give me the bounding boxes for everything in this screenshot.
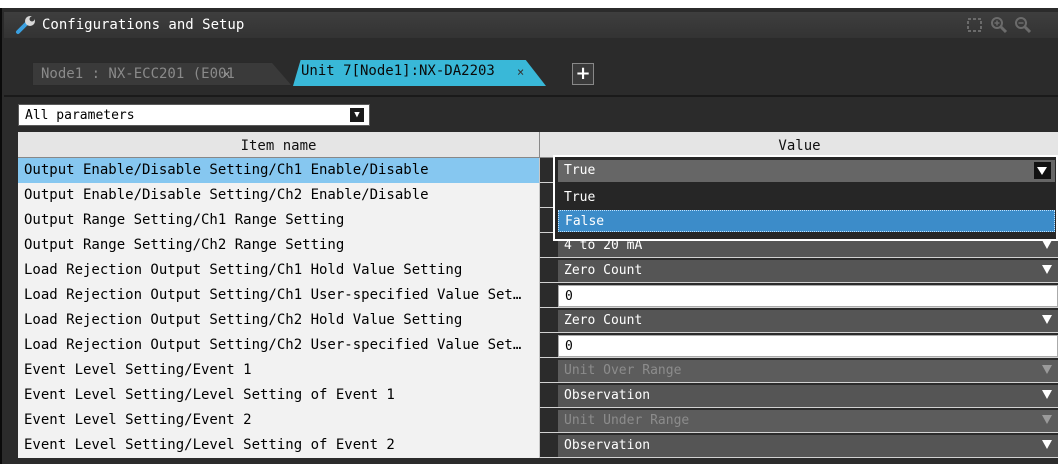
table-row[interactable]: Load Rejection Output Setting/Ch2 Hold V… bbox=[18, 308, 1058, 333]
tab-label: Node1 : NX-ECC201 (E001 bbox=[41, 66, 235, 82]
dropdown-current[interactable]: True bbox=[558, 160, 1055, 182]
chevron-down-icon[interactable]: ▼ bbox=[350, 108, 364, 122]
table-row[interactable]: Load Rejection Output Setting/Ch1 User-s… bbox=[18, 283, 1058, 308]
close-icon[interactable]: × bbox=[223, 67, 230, 81]
wrench-icon bbox=[16, 16, 35, 34]
value-text: Observation bbox=[564, 438, 651, 453]
dropdown-option-true[interactable]: True bbox=[558, 187, 1055, 209]
value-select[interactable]: Observation bbox=[558, 435, 1058, 457]
table-row[interactable]: Event Level Setting/Level Setting of Eve… bbox=[18, 433, 1058, 458]
divider bbox=[4, 95, 1058, 97]
chevron-down-icon[interactable] bbox=[1042, 390, 1052, 399]
table-row[interactable]: Event Level Setting/Event 2 Unit Under Ra… bbox=[18, 408, 1058, 433]
value-select: Unit Over Range bbox=[558, 360, 1058, 382]
zoom-out-icon[interactable] bbox=[1014, 16, 1032, 34]
window-title: Configurations and Setup bbox=[42, 17, 245, 33]
value-text: Unit Over Range bbox=[564, 363, 682, 378]
value-text: 0 bbox=[565, 289, 573, 304]
editor-tabs: Node1 : NX-ECC201 (E001 × Unit 7[Node1]:… bbox=[4, 38, 1058, 94]
filter-value: All parameters bbox=[25, 108, 135, 123]
value-dropdown-popup: True True False bbox=[553, 155, 1058, 241]
table-row[interactable]: Load Rejection Output Setting/Ch2 User-s… bbox=[18, 333, 1058, 358]
item-name-cell[interactable]: Load Rejection Output Setting/Ch2 Hold V… bbox=[18, 308, 540, 333]
title-tools bbox=[966, 16, 1032, 34]
value-select[interactable]: Zero Count bbox=[558, 260, 1058, 282]
item-name-cell[interactable]: Output Range Setting/Ch2 Range Setting bbox=[18, 233, 540, 258]
item-name-cell[interactable]: Event Level Setting/Event 1 bbox=[18, 358, 540, 383]
table-row[interactable]: Event Level Setting/Event 1 Unit Over Ran… bbox=[18, 358, 1058, 383]
fit-window-icon[interactable] bbox=[966, 16, 984, 34]
chevron-down-icon[interactable] bbox=[1034, 162, 1051, 179]
zoom-in-icon[interactable] bbox=[990, 16, 1008, 34]
item-name-cell[interactable]: Load Rejection Output Setting/Ch1 Hold V… bbox=[18, 258, 540, 283]
dropdown-option-false[interactable]: False bbox=[558, 210, 1055, 232]
value-text: Observation bbox=[564, 388, 651, 403]
tab-unit7[interactable]: Unit 7[Node1]:NX-DA2203 × bbox=[293, 60, 546, 86]
item-name-cell[interactable]: Load Rejection Output Setting/Ch1 User-s… bbox=[18, 283, 540, 308]
chevron-down-icon[interactable] bbox=[1042, 315, 1052, 324]
tab-node1[interactable]: Node1 : NX-ECC201 (E001 × bbox=[32, 62, 292, 86]
value-select[interactable]: Observation bbox=[558, 385, 1058, 407]
table-row[interactable]: Event Level Setting/Level Setting of Eve… bbox=[18, 383, 1058, 408]
chevron-down-icon[interactable] bbox=[1042, 240, 1052, 249]
chevron-down-icon bbox=[1042, 365, 1052, 374]
chevron-down-icon[interactable] bbox=[1042, 440, 1052, 449]
parameter-filter-select[interactable]: All parameters ▼ bbox=[18, 104, 370, 126]
value-text: Unit Under Range bbox=[564, 413, 690, 428]
tab-label: Unit 7[Node1]:NX-DA2203 bbox=[301, 63, 495, 79]
value-select[interactable]: Zero Count bbox=[558, 310, 1058, 332]
add-tab-button[interactable]: + bbox=[572, 63, 594, 85]
value-input[interactable]: 0 bbox=[558, 335, 1058, 357]
value-text: 0 bbox=[565, 339, 573, 354]
chevron-down-icon[interactable] bbox=[1042, 265, 1052, 274]
value-text: Zero Count bbox=[564, 263, 643, 278]
item-name-cell[interactable]: Output Enable/Disable Setting/Ch2 Enable… bbox=[18, 183, 540, 208]
chevron-down-icon bbox=[1042, 415, 1052, 424]
item-name-cell[interactable]: Event Level Setting/Level Setting of Eve… bbox=[18, 433, 540, 458]
value-text: Zero Count bbox=[564, 313, 643, 328]
item-name-cell[interactable]: Output Enable/Disable Setting/Ch1 Enable… bbox=[18, 158, 540, 183]
value-input[interactable]: 0 bbox=[558, 285, 1058, 307]
item-name-cell[interactable]: Load Rejection Output Setting/Ch2 User-s… bbox=[18, 333, 540, 358]
value-select: Unit Under Range bbox=[558, 410, 1058, 432]
item-name-cell[interactable]: Event Level Setting/Level Setting of Eve… bbox=[18, 383, 540, 408]
item-name-cell[interactable]: Event Level Setting/Event 2 bbox=[18, 408, 540, 433]
title-bar: Configurations and Setup bbox=[4, 12, 1058, 38]
close-icon[interactable]: × bbox=[517, 65, 524, 79]
item-name-cell[interactable]: Output Range Setting/Ch1 Range Setting bbox=[18, 208, 540, 233]
table-row[interactable]: Load Rejection Output Setting/Ch1 Hold V… bbox=[18, 258, 1058, 283]
top-strip bbox=[0, 0, 1058, 8]
dropdown-current-value: True bbox=[564, 163, 596, 178]
column-header-item-name[interactable]: Item name bbox=[18, 132, 540, 158]
